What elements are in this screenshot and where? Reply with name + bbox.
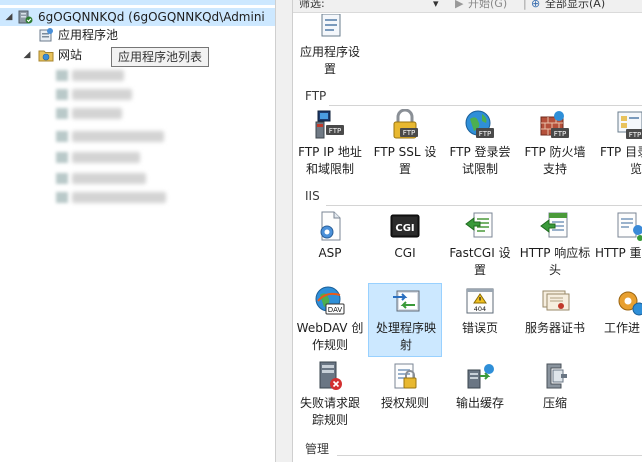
app-pool-icon (39, 28, 53, 42)
svg-text:FTP: FTP (629, 131, 641, 139)
section-divider (326, 205, 642, 206)
svg-text:FTP: FTP (329, 127, 341, 135)
feature-ftp-ip-restrictions[interactable]: FTP FTP IP 地址 和域限制 (293, 107, 367, 181)
section-divider (329, 105, 642, 106)
feature-http-redirect[interactable]: HTTP 重 (593, 208, 642, 282)
sites-label: 网站 (58, 48, 83, 62)
feature-label: 压缩 (542, 396, 567, 410)
tree-node-app-pools[interactable]: 应用程序池 (0, 26, 275, 44)
tree-node-server[interactable]: ◢ 6gOGQNNKQd (6gOGQNNKQd\Admini (0, 8, 275, 26)
svg-text:CGI: CGI (395, 223, 414, 234)
feature-webdav[interactable]: DAV WebDAV 创作规则 (293, 283, 367, 357)
feature-output-caching[interactable]: 输出缓存 (443, 358, 517, 432)
show-all-separator: | (523, 0, 527, 10)
server-label: 6gOGQNNKQd (6gOGQNNKQd\Admini (38, 10, 265, 24)
section-header-management: 管理 (305, 442, 330, 456)
tree-node-sites[interactable]: ◢ 网站 (0, 46, 110, 64)
pane-splitter[interactable] (275, 0, 293, 462)
feature-server-certificates[interactable]: 服务器证书 (518, 283, 592, 357)
globe-icon: FTP (465, 110, 494, 138)
feature-ftp-directory-browsing[interactable]: FTP FTP 目录览 (593, 107, 642, 181)
authorization-rules-icon (394, 363, 417, 389)
feature-compression[interactable]: 压缩 (518, 358, 592, 432)
go-button[interactable]: 开始(G) (468, 0, 507, 9)
feature-label: 授权规则 (380, 396, 429, 410)
svg-text:FTP: FTP (554, 130, 566, 138)
feature-ftp-logon-attempts[interactable]: FTP FTP 登录尝 试限制 (443, 107, 517, 181)
feature-ftp-ssl[interactable]: FTP FTP SSL 设置 (368, 107, 442, 181)
feature-fastcgi[interactable]: FastCGI 设置 (443, 208, 517, 282)
error-page-icon: 404 (466, 288, 494, 314)
feature-label: ASP (318, 246, 342, 260)
http-redirect-icon (617, 212, 642, 241)
firewall-icon: FTP (540, 111, 569, 138)
handler-mappings-icon (393, 290, 420, 312)
section-header-iis: IIS (305, 189, 320, 203)
app-settings-icon (321, 14, 341, 37)
svg-text:FTP: FTP (403, 129, 415, 137)
feature-ftp-firewall[interactable]: FTP FTP 防火墙 支持 (518, 107, 592, 181)
server-icon (18, 10, 33, 24)
cgi-icon: CGI (390, 214, 420, 238)
feature-cgi[interactable]: CGI CGI (368, 208, 442, 282)
feature-label: 输出缓存 (455, 396, 504, 410)
feature-handler-mappings[interactable]: 处理程序映射 (368, 283, 442, 357)
collapse-arrow-icon[interactable]: ◢ (22, 50, 32, 60)
feature-label: FTP 防火墙 支持 (524, 145, 586, 176)
feature-label: HTTP 重 (595, 246, 642, 260)
padlock-icon: FTP (393, 109, 418, 139)
feature-label: 工作进 (604, 321, 641, 335)
webdav-globe-icon: DAV (315, 286, 345, 315)
section-header-ftp: FTP (305, 89, 327, 103)
collapse-arrow-icon[interactable]: ◢ (4, 12, 14, 22)
worker-processes-icon (618, 291, 642, 316)
ftp-ip-restrictions-icon: FTP (315, 110, 344, 139)
tree-row-start-page[interactable] (0, 0, 275, 5)
http-headers-icon (540, 212, 568, 238)
feature-label: CGI (394, 246, 416, 260)
failed-request-tracing-icon (319, 361, 342, 390)
feature-http-response-headers[interactable]: HTTP 响应标头 (518, 208, 592, 282)
show-all-icon: ⊕ (531, 0, 541, 10)
feature-label: FTP IP 地址 和域限制 (298, 145, 362, 176)
feature-label: FTP 登录尝 试限制 (449, 145, 511, 176)
fastcgi-icon (465, 212, 493, 238)
feature-label: HTTP 响应标头 (519, 246, 591, 277)
go-icon: ▶ (455, 0, 464, 10)
app-pools-label: 应用程序池 (58, 28, 119, 42)
feature-label: FTP SSL 设置 (373, 145, 437, 176)
directory-browsing-icon: FTP (617, 111, 642, 139)
filter-dropdown-arrow-icon[interactable]: ▾ (433, 0, 451, 10)
compression-clamp-icon (546, 363, 567, 389)
show-all-button[interactable]: 全部显示(A) (545, 0, 605, 9)
feature-label: 服务器证书 (524, 321, 585, 335)
feature-label: 处理程序映射 (375, 321, 436, 352)
feature-label: 应用程序设置 (299, 45, 360, 76)
certificate-icon (542, 290, 570, 311)
feature-label: 失败请求跟 踪规则 (299, 396, 360, 427)
asp-icon (320, 211, 341, 241)
feature-asp[interactable]: ASP (293, 208, 367, 282)
feature-error-pages[interactable]: 404 错误页 (443, 283, 517, 357)
feature-worker-processes[interactable]: 工作进 (593, 283, 642, 357)
feature-app-settings[interactable]: 应用程序设置 (293, 4, 367, 82)
svg-text:DAV: DAV (328, 306, 343, 314)
feature-failed-request-tracing[interactable]: 失败请求跟 踪规则 (293, 358, 367, 432)
svg-text:404: 404 (474, 305, 486, 313)
feature-authorization-rules[interactable]: 授权规则 (368, 358, 442, 432)
connections-tree: ◢ 6gOGQNNKQd (6gOGQNNKQd\Admini 应用程序池 ◢ … (0, 0, 275, 462)
section-divider (337, 455, 642, 456)
feature-label: 错误页 (461, 321, 498, 335)
svg-text:FTP: FTP (479, 130, 491, 138)
output-caching-icon (467, 364, 494, 389)
feature-label: FastCGI 设置 (449, 246, 511, 277)
features-view: 筛选: ▾ ▶ 开始(G) | ⊕ 全部显示(A) 应用程序设置 FTP FTP (293, 0, 642, 462)
feature-label: FTP 目录览 (600, 145, 642, 176)
tooltip-app-pools: 应用程序池列表 (111, 47, 210, 67)
feature-label: WebDAV 创作规则 (296, 321, 364, 352)
sites-folder-icon (38, 50, 54, 62)
